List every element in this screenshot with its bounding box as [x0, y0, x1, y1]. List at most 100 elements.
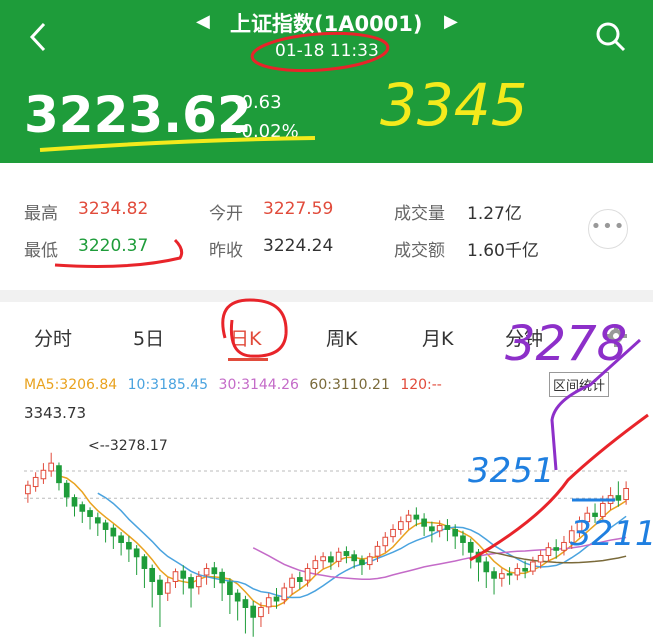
quote-header: ◀ 上证指数(1A0001) ▶ 01-18 11:33 3223.62 -0.… — [0, 0, 653, 163]
candle-body — [599, 502, 606, 517]
candle-body — [141, 556, 148, 569]
candle-body — [227, 581, 233, 595]
candle-body — [530, 561, 536, 572]
candle-body — [320, 556, 326, 562]
ma60-value: 60:3110.21 — [309, 377, 390, 393]
candle-body — [32, 476, 39, 488]
candle-body — [250, 605, 257, 618]
candle-body — [304, 567, 311, 581]
candle-body — [397, 521, 404, 530]
candle-body — [180, 570, 187, 579]
candle-body — [172, 571, 179, 582]
candle-body — [405, 514, 412, 523]
candle-body — [498, 573, 505, 579]
candle-body — [149, 567, 156, 582]
candle-body — [366, 556, 373, 566]
chart-period-tabs: 分时 5日 日K 周K 月K 分钟 — [0, 302, 653, 364]
reference-lines — [24, 470, 630, 499]
candle-body — [382, 536, 389, 547]
more-button[interactable]: ••• — [588, 209, 628, 249]
price-change-percent: -0.02% — [235, 121, 299, 142]
candle-body — [133, 548, 140, 558]
candle-body — [79, 504, 86, 512]
range-stats-button[interactable]: 区间统计 — [549, 372, 610, 397]
candle-body — [553, 547, 560, 551]
candle-body — [460, 535, 466, 543]
search-icon — [596, 22, 626, 52]
candle-body — [374, 545, 381, 557]
candle-body — [514, 567, 521, 576]
candle-body — [63, 482, 70, 498]
chevron-left-icon — [29, 22, 46, 52]
gear-icon — [605, 325, 627, 347]
tab-5day[interactable]: 5日 — [133, 324, 164, 351]
low-label: 最低 — [24, 241, 58, 261]
candle-body — [87, 510, 93, 517]
candle-body — [491, 571, 497, 579]
candlestick-chart[interactable] — [0, 400, 653, 640]
candle-body — [195, 575, 202, 588]
chart-settings-button[interactable] — [604, 324, 628, 348]
candle-body — [537, 554, 544, 563]
candle-body — [568, 530, 575, 543]
candle-body — [584, 512, 591, 523]
search-button[interactable] — [592, 18, 628, 54]
section-divider — [0, 290, 653, 302]
chart-max-label: 3343.73 — [24, 404, 87, 422]
ma30-value: 30:3144.26 — [218, 377, 299, 393]
candle-body — [258, 606, 264, 618]
candle-body — [203, 567, 210, 576]
candle-body — [390, 528, 396, 538]
ma10-value: 10:3185.45 — [127, 377, 209, 393]
candle-body — [436, 525, 443, 532]
candle-body — [25, 484, 31, 495]
low-value: 3220.37 — [78, 236, 149, 256]
candle-body — [157, 579, 163, 595]
candle-body — [429, 526, 435, 532]
candle-body — [576, 521, 583, 532]
candle-body — [273, 596, 280, 602]
candle-body — [467, 541, 474, 553]
candle-body — [452, 528, 459, 537]
candle-body — [506, 573, 513, 576]
candle-body — [265, 597, 272, 608]
candle-body — [413, 514, 420, 520]
high-label: 最高 — [24, 204, 58, 224]
tab-monthly-k[interactable]: 月K — [422, 324, 453, 351]
quote-time: 01-18 11:33 — [275, 41, 379, 61]
quote-stats: 最高 3234.82 最低 3220.37 今开 3227.59 昨收 3224… — [0, 163, 653, 290]
prev-close-value: 3224.24 — [263, 236, 334, 256]
candle-body — [359, 559, 365, 566]
candle-body — [94, 517, 101, 524]
high-value: 3234.82 — [78, 199, 149, 219]
next-stock-button[interactable]: ▶ — [444, 11, 458, 32]
active-tab-indicator — [228, 358, 268, 361]
tab-intraday[interactable]: 分时 — [34, 324, 72, 351]
candle-body — [623, 488, 629, 501]
price-change-block: -0.63 -0.02% — [235, 88, 299, 146]
tab-weekly-k[interactable]: 周K — [326, 324, 357, 351]
candle-body — [164, 582, 171, 594]
candle-body — [335, 551, 342, 562]
current-price: 3223.62 — [24, 86, 252, 144]
candle-body — [475, 551, 482, 563]
candle-body — [483, 561, 490, 573]
volume-label: 成交量 — [394, 204, 445, 224]
candle-body — [343, 551, 350, 556]
ma-legend: MA5:3206.84 10:3185.45 30:3144.26 60:311… — [24, 377, 448, 393]
candle-body — [56, 465, 62, 484]
prev-stock-button[interactable]: ◀ — [196, 11, 210, 32]
candle-body — [188, 577, 194, 589]
candle-body — [289, 577, 295, 588]
price-change: -0.63 — [235, 92, 282, 113]
prev-close-label: 昨收 — [209, 241, 243, 261]
tab-minute[interactable]: 分钟 — [505, 324, 543, 351]
tab-daily-k[interactable]: 日K — [230, 324, 261, 351]
candle-body — [312, 560, 319, 569]
candle-body — [234, 592, 241, 602]
candle-body — [40, 469, 47, 480]
back-button[interactable] — [22, 20, 56, 54]
candle-body — [561, 541, 567, 551]
candle-body — [281, 587, 288, 601]
ma5-value: MA5:3206.84 — [24, 377, 118, 393]
